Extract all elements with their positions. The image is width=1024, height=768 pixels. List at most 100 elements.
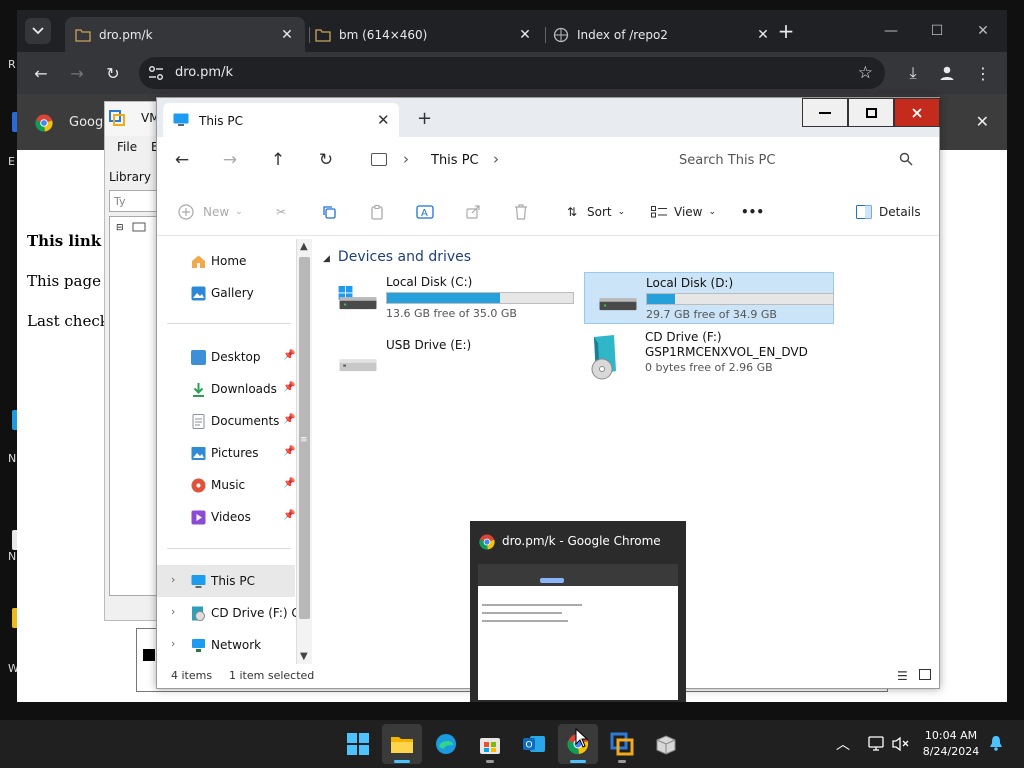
network-icon[interactable]: [868, 736, 886, 752]
tab-search-button[interactable]: [25, 18, 51, 44]
volume-muted-icon[interactable]: [892, 736, 910, 752]
taskbar-outlook[interactable]: O: [514, 724, 554, 764]
chrome-tab[interactable]: bm (614×460) ✕: [305, 17, 543, 52]
close-tab-icon[interactable]: ✕: [517, 27, 533, 43]
chrome-tab[interactable]: Index of /repo2 ✕: [543, 17, 781, 52]
chevron-right-icon[interactable]: ›: [171, 605, 175, 618]
sidebar-item-music[interactable]: Music 📌: [157, 469, 295, 501]
search-input[interactable]: Search This PC: [659, 144, 927, 176]
tray-overflow-icon[interactable]: ︿: [836, 734, 850, 754]
maximize-button[interactable]: [848, 98, 894, 127]
address-bar[interactable]: dro.pm/k ☆: [139, 57, 885, 89]
chevron-right-icon[interactable]: ›: [171, 573, 175, 586]
sidebar-scrollbar[interactable]: ▲ ≡ ▼: [296, 239, 312, 664]
bookmark-star-icon[interactable]: ☆: [858, 63, 873, 83]
taskbar-app[interactable]: [646, 724, 686, 764]
new-tab-icon[interactable]: +: [417, 108, 432, 129]
sidebar-item-pictures[interactable]: Pictures 📌: [157, 437, 295, 469]
close-icon[interactable]: ✕: [971, 19, 995, 43]
clock[interactable]: 10:04 AM 8/24/2024: [916, 728, 986, 760]
menu-file[interactable]: File: [117, 140, 137, 154]
back-icon[interactable]: ←: [29, 61, 53, 85]
scroll-down-icon[interactable]: ▼: [300, 651, 308, 662]
sidebar-item-documents[interactable]: Documents 📌: [157, 405, 295, 437]
forward-icon[interactable]: →: [219, 149, 241, 171]
breadcrumb[interactable]: This PC: [431, 153, 479, 168]
taskbar-store[interactable]: [470, 724, 510, 764]
pin-icon[interactable]: 📌: [283, 510, 295, 521]
explorer-tab[interactable]: This PC ✕: [163, 103, 399, 137]
chevron-down-icon: [32, 27, 44, 35]
scroll-up-icon[interactable]: ▲: [300, 241, 308, 252]
sort-button[interactable]: ⇅ Sort ⌄: [563, 202, 625, 222]
drive-item-e[interactable]: USB Drive (E:): [325, 335, 575, 387]
rename-icon: A: [416, 203, 434, 221]
profile-icon[interactable]: [935, 61, 959, 85]
start-button[interactable]: [338, 724, 378, 764]
rename-button[interactable]: A: [416, 202, 434, 222]
close-tab-icon[interactable]: ✕: [279, 27, 295, 43]
sidebar-item-videos[interactable]: Videos 📌: [157, 501, 295, 533]
paste-button[interactable]: [368, 202, 386, 222]
library-search-input[interactable]: Ty: [109, 190, 161, 212]
tab-label: bm (614×460): [339, 27, 428, 42]
pin-icon[interactable]: 📌: [283, 350, 295, 361]
address-bar[interactable]: › This PC ›: [357, 144, 649, 176]
cut-button[interactable]: ✂: [272, 202, 290, 222]
sidebar-item-home[interactable]: Home: [157, 245, 295, 277]
vmware-icon: [610, 732, 634, 756]
back-icon[interactable]: ←: [171, 149, 193, 171]
chevron-right-icon[interactable]: ›: [171, 637, 175, 650]
delete-button[interactable]: [512, 202, 530, 222]
sidebar-item-downloads[interactable]: Downloads 📌: [157, 373, 295, 405]
group-header[interactable]: ◢ Devices and drives: [323, 249, 471, 265]
sidebar-item-desktop[interactable]: Desktop 📌: [157, 341, 295, 373]
sidebar-item-cd-drive[interactable]: › CD Drive (F:) GS: [157, 597, 308, 629]
page-line: Last check:: [27, 312, 114, 330]
forward-icon[interactable]: →: [65, 61, 89, 85]
site-info-icon[interactable]: [147, 64, 165, 82]
videos-icon: [191, 510, 206, 525]
sidebar-item-gallery[interactable]: Gallery: [157, 277, 295, 309]
view-button[interactable]: View ⌄: [650, 202, 716, 222]
up-icon[interactable]: ↑: [267, 149, 289, 171]
details-button[interactable]: Details: [855, 202, 921, 222]
taskbar-edge[interactable]: [426, 724, 466, 764]
reload-icon[interactable]: ↻: [101, 61, 125, 85]
pin-icon[interactable]: 📌: [283, 478, 295, 489]
close-button[interactable]: [894, 98, 940, 127]
drive-item-c[interactable]: Local Disk (C:) 13.6 GB free of 35.0 GB: [325, 272, 575, 324]
new-tab-button[interactable]: +: [775, 19, 797, 43]
minimize-icon[interactable]: —: [879, 19, 903, 43]
maximize-icon[interactable]: ☐: [925, 19, 949, 43]
close-tab-icon[interactable]: ✕: [377, 111, 390, 129]
tiles-view-icon[interactable]: [919, 669, 931, 680]
details-view-icon[interactable]: ☰: [897, 669, 908, 683]
share-button[interactable]: [464, 202, 482, 222]
drive-item-d[interactable]: Local Disk (D:) 29.7 GB free of 34.9 GB: [584, 272, 834, 324]
close-icon[interactable]: ✕: [976, 112, 989, 131]
taskbar-preview[interactable]: dro.pm/k - Google Chrome: [470, 521, 686, 702]
drive-item-f[interactable]: CD Drive (F:) GSP1RMCENXVOL_EN_DVD 0 byt…: [584, 327, 834, 383]
menu-icon[interactable]: ⋮: [971, 61, 995, 85]
new-button[interactable]: New ⌄: [177, 202, 243, 222]
sidebar-item-network[interactable]: › Network: [157, 629, 295, 661]
notification-bell-icon[interactable]: [989, 735, 1003, 751]
globe-icon: [553, 27, 569, 42]
copy-button[interactable]: [320, 202, 338, 222]
details-pane-icon: [855, 203, 873, 221]
library-tree[interactable]: ⊟: [109, 216, 161, 596]
taskbar-vmware[interactable]: [602, 724, 642, 764]
minimize-button[interactable]: [802, 98, 848, 127]
taskbar-file-explorer[interactable]: [382, 724, 422, 764]
pin-icon[interactable]: 📌: [283, 382, 295, 393]
close-tab-icon[interactable]: ✕: [755, 27, 771, 43]
pin-icon[interactable]: 📌: [283, 446, 295, 457]
refresh-icon[interactable]: ↻: [315, 149, 337, 171]
sidebar-item-this-pc[interactable]: › This PC: [157, 565, 295, 597]
see-more-button[interactable]: •••: [741, 202, 764, 222]
chrome-tab[interactable]: dro.pm/k ✕: [65, 17, 305, 52]
download-icon[interactable]: ⤓: [901, 61, 925, 85]
pin-icon[interactable]: 📌: [283, 414, 295, 425]
chevron-right-icon[interactable]: ›: [493, 150, 499, 168]
